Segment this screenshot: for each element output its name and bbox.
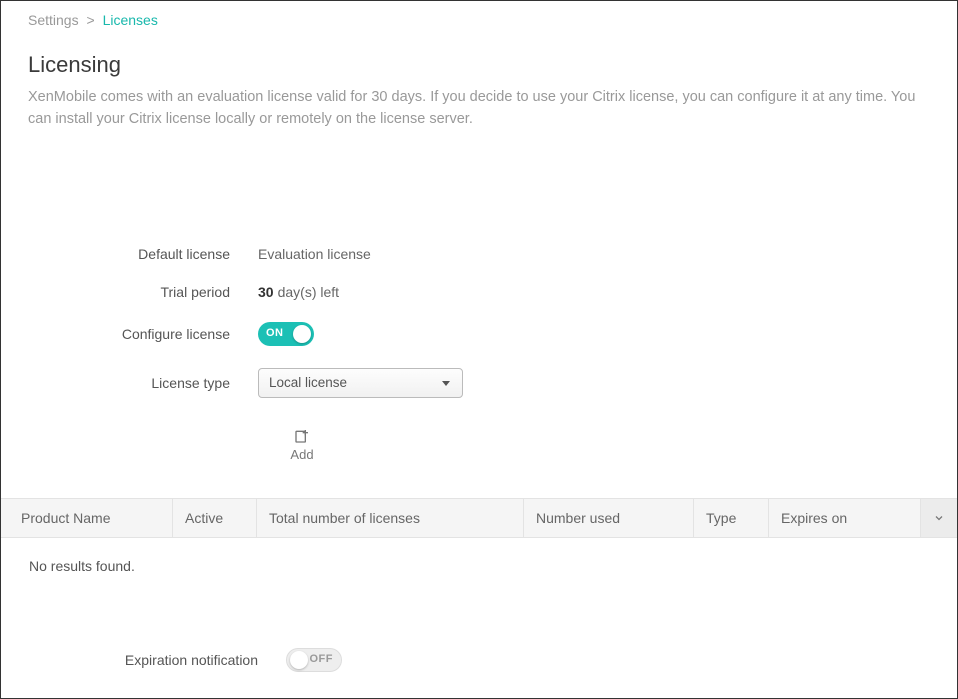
add-button-label: Add <box>290 447 313 462</box>
toggle-off-text: OFF <box>310 653 334 665</box>
toggle-knob <box>293 325 311 343</box>
license-type-select[interactable]: Local license <box>258 368 463 398</box>
breadcrumb-current[interactable]: Licenses <box>103 12 158 28</box>
add-icon <box>294 428 310 444</box>
expiration-notification-toggle[interactable]: OFF <box>286 648 342 672</box>
th-expires[interactable]: Expires on <box>769 499 921 537</box>
table-empty-message: No results found. <box>1 538 957 574</box>
configure-license-toggle[interactable]: ON <box>258 322 314 346</box>
trial-period-label: Trial period <box>28 284 258 300</box>
license-type-selected: Local license <box>269 375 347 390</box>
add-button[interactable]: Add <box>285 428 319 462</box>
chevron-down-icon <box>933 512 945 524</box>
trial-period-suffix: day(s) left <box>278 284 339 300</box>
th-total[interactable]: Total number of licenses <box>257 499 524 537</box>
default-license-label: Default license <box>28 246 258 262</box>
trial-period-value: 30 day(s) left <box>258 284 339 300</box>
toggle-knob <box>290 651 308 669</box>
page-title: Licensing <box>28 52 957 78</box>
th-used[interactable]: Number used <box>524 499 694 537</box>
breadcrumb: Settings > Licenses <box>1 1 957 28</box>
expiration-notification-label: Expiration notification <box>28 652 286 668</box>
configure-license-label: Configure license <box>28 326 258 342</box>
th-active[interactable]: Active <box>173 499 257 537</box>
caret-down-icon <box>442 381 450 386</box>
table-header-row: Product Name Active Total number of lice… <box>1 498 957 538</box>
th-product-name[interactable]: Product Name <box>1 499 173 537</box>
th-menu-button[interactable] <box>921 499 957 537</box>
page-description: XenMobile comes with an evaluation licen… <box>28 86 930 131</box>
breadcrumb-separator: > <box>86 12 94 28</box>
licenses-table: Product Name Active Total number of lice… <box>1 498 957 574</box>
breadcrumb-parent[interactable]: Settings <box>28 12 79 28</box>
trial-period-count: 30 <box>258 284 274 300</box>
license-type-label: License type <box>28 375 258 391</box>
th-type[interactable]: Type <box>694 499 769 537</box>
default-license-value: Evaluation license <box>258 246 371 262</box>
toggle-on-text: ON <box>266 327 284 339</box>
